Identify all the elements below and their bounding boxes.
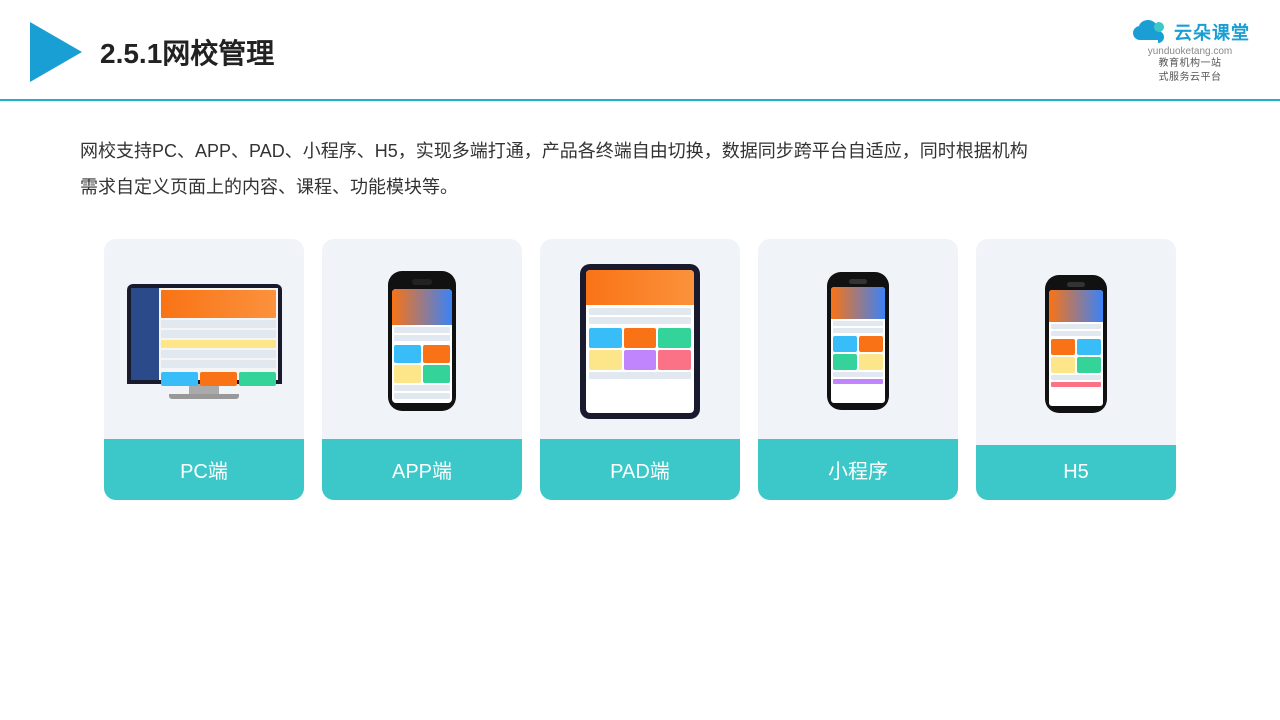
phone-notch <box>412 279 432 285</box>
mini-phone-screen <box>831 287 885 403</box>
brand-name: 云朵课堂 <box>1174 19 1250 45</box>
mini-phone-notch <box>849 279 867 284</box>
phone-banner <box>392 289 452 325</box>
play-icon <box>30 22 82 82</box>
mini-phone <box>827 272 889 410</box>
pad-grid <box>589 328 691 370</box>
pc-row <box>161 330 276 338</box>
pc-row <box>161 360 276 368</box>
card-pad: PAD端 <box>540 239 740 500</box>
h5-phone <box>1045 275 1107 413</box>
pad-cell <box>624 350 657 370</box>
pad-cell <box>589 350 622 370</box>
header-right: 云朵课堂 yunduoketang.com 教育机构一站式服务云平台 <box>1130 18 1250 85</box>
pc-mockup <box>127 284 282 399</box>
description: 网校支持PC、APP、PAD、小程序、H5，实现多端打通，产品各终端自由切换，数… <box>0 101 1280 215</box>
card-pc: PC端 <box>104 239 304 500</box>
pc-screen-outer <box>127 284 282 384</box>
phone-row <box>394 393 450 399</box>
header: 2.5.1网校管理 云朵课堂 yunduoketang.com 教育机构一站式服… <box>0 0 1280 101</box>
label-pc: PC端 <box>104 439 304 500</box>
brand-cloud: 云朵课堂 <box>1130 18 1250 46</box>
pc-row <box>161 350 276 358</box>
pad-mockup <box>580 264 700 419</box>
phone-screen-app <box>392 289 452 403</box>
pad-cell <box>658 350 691 370</box>
phone-row <box>394 335 450 341</box>
page-title: 2.5.1网校管理 <box>100 32 274 72</box>
phone-row <box>394 327 450 333</box>
pc-banner <box>161 290 276 318</box>
pc-row <box>161 320 276 328</box>
phone-row <box>394 385 450 391</box>
app-image-area <box>322 239 522 439</box>
pad-row <box>589 308 691 315</box>
pc-base <box>169 394 239 399</box>
pad-content <box>586 305 694 382</box>
pad-row <box>589 317 691 324</box>
label-pad: PAD端 <box>540 439 740 500</box>
label-mini: 小程序 <box>758 439 958 500</box>
brand-url: yunduoketang.com <box>1148 46 1233 57</box>
pad-cell <box>589 328 622 348</box>
mini-image-area <box>758 239 958 439</box>
h5-phone-screen <box>1049 290 1103 406</box>
brand-slogan: 教育机构一站式服务云平台 <box>1159 57 1222 85</box>
card-h5: H5 <box>976 239 1176 500</box>
pc-image-area <box>104 239 304 439</box>
card-app: APP端 <box>322 239 522 500</box>
pad-image-area <box>540 239 740 439</box>
pad-screen <box>586 270 694 413</box>
pad-row <box>589 372 691 379</box>
label-app: APP端 <box>322 439 522 500</box>
card-mini: 小程序 <box>758 239 958 500</box>
phone-mockup-app <box>388 271 456 411</box>
label-h5: H5 <box>976 445 1176 500</box>
pc-screen-content <box>131 288 278 380</box>
pc-rows <box>161 320 276 368</box>
brand-logo: 云朵课堂 yunduoketang.com 教育机构一站式服务云平台 <box>1130 18 1250 85</box>
pc-sidebar <box>131 288 159 380</box>
pc-main <box>159 288 278 380</box>
pad-cell <box>624 328 657 348</box>
pad-banner <box>586 270 694 305</box>
cards-section: PC端 <box>0 215 1280 500</box>
pad-cell <box>658 328 691 348</box>
h5-image-area <box>976 239 1176 445</box>
description-text: 网校支持PC、APP、PAD、小程序、H5，实现多端打通，产品各终端自由切换，数… <box>80 133 1200 205</box>
phone-content <box>392 325 452 401</box>
pc-row <box>161 340 276 348</box>
cloud-icon <box>1130 18 1168 46</box>
header-left: 2.5.1网校管理 <box>30 22 274 82</box>
h5-phone-notch <box>1067 282 1085 287</box>
